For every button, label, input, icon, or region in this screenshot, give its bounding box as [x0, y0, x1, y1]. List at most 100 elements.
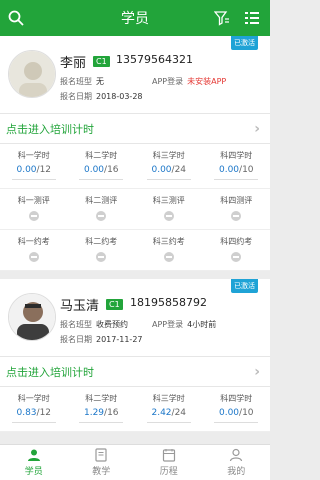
app-login-value: 未安装APP [187, 77, 227, 86]
app-login-value: 4小时前 [187, 320, 217, 329]
divider [146, 422, 191, 423]
exam-row: 科一约考 科二约考 科三约考 科四约考 [0, 230, 270, 271]
divider [214, 422, 259, 423]
hours-done: 0.00 [218, 408, 240, 418]
chevron-right-icon: › [254, 363, 260, 380]
hours-label: 科四学时 [220, 394, 253, 403]
training-timer-label: 点击进入培训计时 [6, 365, 94, 379]
hours-cell[interactable]: 科三学时 0.00/24 [135, 144, 203, 188]
class-label: 报名班型 [60, 77, 92, 86]
student-header[interactable]: 马玉清 C1 18195858792 已激活 报名班型 收费预约 APP登录 4小时… [0, 279, 270, 357]
hours-total: /12 [36, 165, 52, 175]
tab-label: 教学 [92, 467, 111, 477]
class-value: 无 [96, 77, 104, 86]
exam-label: 科四约考 [220, 237, 253, 246]
exam-label: 科三约考 [152, 237, 185, 246]
student-name: 马玉清 [60, 299, 100, 314]
student-card[interactable]: 马玉清 C1 18195858792 已激活 报名班型 收费预约 APP登录 4小时… [0, 279, 270, 432]
date-row: 报名日期 2017-11-27 [60, 334, 143, 345]
license-badge: C1 [93, 56, 110, 67]
exam-cell[interactable]: 科三约考 [135, 230, 203, 270]
hours-done: 0.83 [16, 408, 37, 418]
list-menu-icon[interactable] [242, 8, 262, 28]
evaluation-cell[interactable]: 科四测评 [203, 189, 271, 229]
divider [11, 179, 56, 180]
tab-students[interactable]: 学员 [0, 445, 68, 480]
hours-cell[interactable]: 科二学时 0.00/16 [68, 144, 136, 188]
hours-cell[interactable]: 科四学时 0.00/10 [203, 144, 271, 188]
phone-number[interactable]: 13579564321 [116, 53, 193, 66]
hours-cell[interactable]: 科二学时 1.29/16 [68, 387, 136, 431]
app-login-row: APP登录 未安装APP [152, 76, 226, 87]
hours-row: 科一学时 0.00/12 科二学时 0.00/16 科三学时 0.00/24 科四学时… [0, 144, 270, 189]
tab-label: 历程 [159, 467, 178, 477]
evaluation-cell[interactable]: 科三测评 [135, 189, 203, 229]
app: 学员 李丽 C1 13579564321 已激活 报名班型无 APP登录 未安装A… [0, 0, 270, 480]
app-login-row: APP登录 4小时前 [152, 319, 216, 330]
evaluation-label: 科一测评 [17, 196, 50, 205]
evaluation-label: 科三测评 [152, 196, 185, 205]
exam-cell[interactable]: 科二约考 [68, 230, 136, 270]
hours-done: 0.00 [83, 165, 105, 175]
hours-label: 科三学时 [152, 151, 185, 160]
evaluation-cell[interactable]: 科一测评 [0, 189, 68, 229]
hours-value: 0.00/12 [0, 165, 68, 175]
status-badge: 已激活 [231, 279, 258, 293]
hours-total: /24 [171, 165, 187, 175]
minus-circle-icon [231, 211, 242, 221]
hours-done: 2.42 [151, 408, 172, 418]
hours-done: 0.00 [151, 165, 172, 175]
bottom-tab-bar: 学员 教学 历程 我的 [0, 444, 270, 480]
hours-label: 科四学时 [220, 151, 253, 160]
student-icon [27, 449, 40, 461]
evaluation-cell[interactable]: 科二测评 [68, 189, 136, 229]
tab-teaching[interactable]: 教学 [68, 445, 136, 480]
date-label: 报名日期 [60, 92, 92, 101]
hours-cell[interactable]: 科一学时 0.00/12 [0, 144, 68, 188]
tab-profile[interactable]: 我的 [203, 445, 271, 480]
license-badge: C1 [106, 299, 123, 310]
filter-icon[interactable] [212, 8, 232, 28]
exam-cell[interactable]: 科四约考 [203, 230, 271, 270]
student-card[interactable]: 李丽 C1 13579564321 已激活 报名班型无 APP登录 未安装APP … [0, 36, 270, 271]
date-label: 报名日期 [60, 335, 92, 344]
book-icon [95, 448, 107, 462]
hours-cell[interactable]: 科三学时 2.42/24 [135, 387, 203, 431]
hours-total: /16 [104, 408, 119, 418]
hours-value: 0.83/12 [0, 408, 68, 418]
hours-cell[interactable]: 科一学时 0.83/12 [0, 387, 68, 431]
training-timer-link[interactable]: 点击进入培训计时 › [0, 357, 270, 387]
hours-label: 科三学时 [152, 394, 185, 403]
chevron-right-icon: › [254, 120, 260, 137]
exam-label: 科一约考 [17, 237, 50, 246]
avatar [8, 50, 56, 98]
hours-done: 1.29 [83, 408, 105, 418]
app-login-label: APP登录 [152, 320, 184, 329]
exam-label: 科二约考 [85, 237, 118, 246]
student-header[interactable]: 李丽 C1 13579564321 已激活 报名班型无 APP登录 未安装APP … [0, 36, 270, 114]
date-value: 2018-03-28 [96, 92, 143, 101]
minus-circle-icon [28, 252, 39, 262]
exam-cell[interactable]: 科一约考 [0, 230, 68, 270]
class-value: 收费预约 [96, 320, 128, 329]
hours-cell[interactable]: 科四学时 0.00/10 [203, 387, 271, 431]
hours-total: /10 [239, 165, 254, 175]
page-title: 学员 [121, 11, 149, 27]
date-value: 2017-11-27 [96, 335, 143, 344]
student-name: 李丽 [60, 56, 87, 71]
divider [146, 179, 191, 180]
training-timer-link[interactable]: 点击进入培训计时 › [0, 114, 270, 144]
tab-history[interactable]: 历程 [135, 445, 203, 480]
hours-label: 科二学时 [85, 151, 118, 160]
search-icon[interactable] [6, 8, 26, 28]
divider [11, 422, 56, 423]
evaluation-row: 科一测评 科二测评 科三测评 科四测评 [0, 189, 270, 230]
app-login-label: APP登录 [152, 77, 184, 86]
minus-circle-icon [163, 252, 174, 262]
hours-total: /24 [171, 408, 187, 418]
history-icon [162, 449, 175, 462]
phone-number[interactable]: 18195858792 [130, 296, 207, 309]
student-list[interactable]: 李丽 C1 13579564321 已激活 报名班型无 APP登录 未安装APP … [0, 36, 270, 444]
avatar [8, 293, 56, 341]
minus-circle-icon [96, 211, 107, 221]
